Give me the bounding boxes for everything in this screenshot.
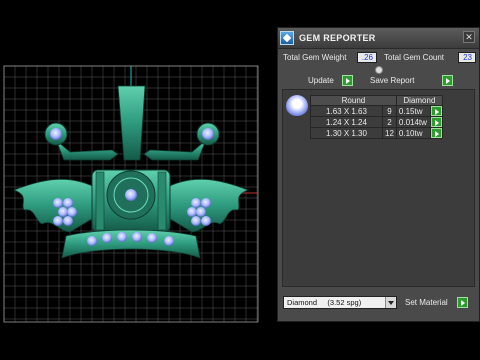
gem-summary-table: Round Diamond 1.63 X 1.63 9 0.15tw 1.24 …: [310, 95, 443, 139]
table-header-row: Round Diamond: [310, 95, 443, 106]
gem-weight: 0.15tw: [395, 105, 431, 117]
model-banner: [61, 229, 201, 259]
chevron-down-icon[interactable]: [385, 297, 396, 308]
model-mirror-right-gem: [202, 128, 214, 140]
model-fork-left: [95, 171, 105, 231]
gem-size: 1.63 X 1.63: [310, 105, 383, 117]
row-select-button[interactable]: [429, 127, 443, 139]
row-select-button[interactable]: [429, 105, 443, 117]
close-icon[interactable]: ✕: [463, 31, 475, 43]
model-headlight-gem: [125, 189, 137, 201]
green-play-arrow-icon[interactable]: [430, 128, 442, 138]
material-select[interactable]: Diamond (3.52 spg): [283, 296, 397, 309]
header-shape: Round: [310, 95, 397, 106]
row-select-button[interactable]: [429, 116, 443, 128]
gem-results-area: Round Diamond 1.63 X 1.63 9 0.15tw 1.24 …: [282, 89, 475, 287]
update-button-label: Update: [308, 76, 334, 85]
gem-reporter-panel: GEM REPORTER ✕ Total Gem Weight .26 Tota…: [277, 27, 480, 322]
green-play-arrow-icon[interactable]: [430, 117, 442, 127]
gem-reporter-icon: [280, 31, 294, 45]
header-material: Diamond: [395, 95, 443, 106]
update-button[interactable]: Update: [308, 75, 334, 87]
gem-count: 9: [382, 105, 397, 117]
table-row: 1.24 X 1.24 2 0.014tw: [310, 116, 443, 128]
gem-size: 1.30 X 1.30: [310, 127, 383, 139]
update-go-icon[interactable]: [342, 75, 353, 86]
green-play-arrow-icon[interactable]: [430, 106, 442, 116]
panel-titlebar[interactable]: GEM REPORTER ✕: [278, 28, 479, 49]
gem-count: 12: [382, 127, 397, 139]
material-select-value: Diamond (3.52 spg): [287, 298, 362, 307]
save-report-go-icon[interactable]: [442, 75, 453, 86]
model-fork-right: [157, 171, 167, 231]
round-diamond-thumbnail: [286, 95, 308, 117]
panel-title: GEM REPORTER: [299, 33, 376, 43]
total-gem-count-value: 23: [458, 52, 476, 63]
set-material-go-icon[interactable]: [457, 297, 468, 308]
collapse-arrow-icon[interactable]: [375, 66, 383, 74]
total-gem-weight-value: .26: [357, 52, 377, 63]
save-report-button-label: Save Report: [370, 76, 415, 85]
table-row: 1.30 X 1.30 12 0.10tw: [310, 127, 443, 139]
gem-count: 2: [382, 116, 397, 128]
total-gem-weight-label: Total Gem Weight: [283, 53, 347, 62]
table-row: 1.63 X 1.63 9 0.15tw: [310, 105, 443, 117]
set-material-button-label: Set Material: [405, 298, 448, 307]
gem-size: 1.24 X 1.24: [310, 116, 383, 128]
model-mirror-left-gem: [50, 128, 62, 140]
gem-weight: 0.014tw: [395, 116, 431, 128]
total-gem-count-label: Total Gem Count: [384, 53, 445, 62]
save-report-button[interactable]: Save Report: [370, 75, 414, 87]
model-bail: [117, 85, 146, 161]
set-material-button[interactable]: Set Material: [405, 297, 448, 309]
gem-weight: 0.10tw: [395, 127, 431, 139]
